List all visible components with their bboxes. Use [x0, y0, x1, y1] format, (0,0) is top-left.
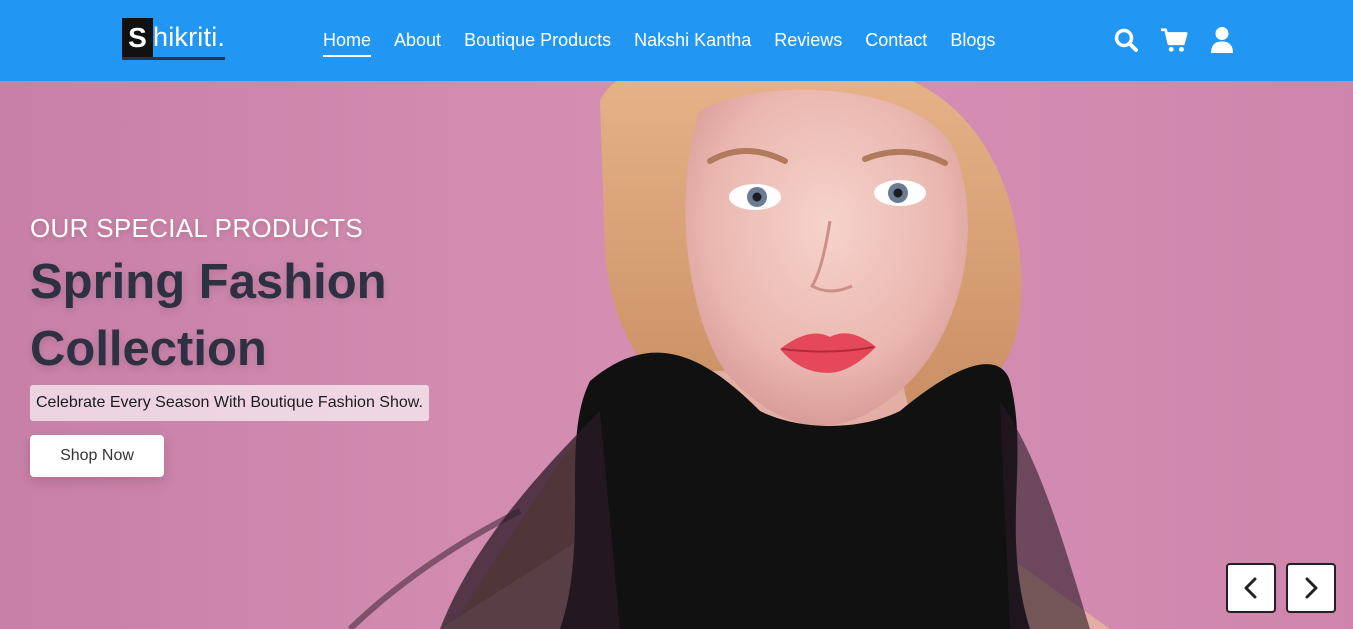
cart-icon[interactable] [1160, 26, 1188, 54]
brand-logo[interactable]: S hikriti. [122, 18, 226, 60]
hero-content: OUR SPECIAL PRODUCTS Spring Fashion Coll… [30, 211, 429, 477]
hero-title-line-1: Spring Fashion [30, 255, 387, 309]
hero-tagline: Celebrate Every Season With Boutique Fas… [30, 385, 429, 421]
hero-subtitle: OUR SPECIAL PRODUCTS [30, 213, 363, 243]
logo-mark: S [122, 18, 153, 57]
nav-nakshi-kantha[interactable]: Nakshi Kantha [634, 28, 751, 52]
nav-about[interactable]: About [394, 28, 441, 52]
slider-prev-button[interactable] [1226, 563, 1276, 613]
nav-blogs[interactable]: Blogs [950, 28, 995, 52]
nav-icons [1112, 26, 1236, 54]
nav-reviews[interactable]: Reviews [774, 28, 842, 52]
search-icon[interactable] [1112, 26, 1140, 54]
hero-banner: OUR SPECIAL PRODUCTS Spring Fashion Coll… [0, 81, 1353, 629]
user-icon[interactable] [1208, 26, 1236, 54]
logo-text: hikriti. [153, 22, 226, 52]
nav-contact[interactable]: Contact [865, 28, 927, 52]
hero-title-line-2: Collection [30, 322, 267, 376]
chevron-right-icon [1305, 577, 1318, 599]
nav-boutique-products[interactable]: Boutique Products [464, 28, 611, 52]
main-nav: Home About Boutique Products Nakshi Kant… [323, 28, 1018, 57]
slider-next-button[interactable] [1286, 563, 1336, 613]
shop-now-button[interactable]: Shop Now [30, 435, 164, 477]
navbar: S hikriti. Home About Boutique Products … [0, 0, 1353, 81]
chevron-left-icon [1244, 577, 1257, 599]
nav-home[interactable]: Home [323, 28, 372, 57]
